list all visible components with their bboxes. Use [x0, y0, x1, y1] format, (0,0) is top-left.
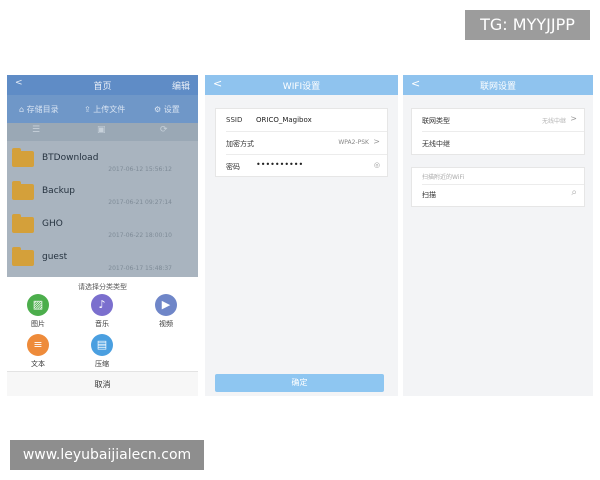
- network-type-card: 联网类型 无线中继 > 无线中继: [411, 108, 585, 155]
- network-type-value: 无线中继: [541, 118, 566, 125]
- header-title: 首页: [93, 82, 112, 92]
- wireless-relay-label: 无线中继: [422, 140, 450, 148]
- folder-name: GHO: [42, 219, 63, 229]
- file-browser-screen: < 首页 编辑 ⌂ 存储目录 ⇪ 上传文件 ⚙ 设置 ☰ ▣ ⟳ BTDownl…: [7, 75, 198, 396]
- encryption-label: 加密方式: [226, 140, 254, 148]
- folder-date: 2017-06-12 15:56:12: [108, 166, 172, 173]
- refresh-icon[interactable]: ⟳: [160, 125, 168, 135]
- wifi-settings-screen: < WIFI设置 SSID ORICO_Magibox 加密方式 WPA2-PS…: [205, 75, 398, 396]
- edit-button[interactable]: 编辑: [172, 79, 190, 92]
- scanned-wifi-row: 扫描附近的WiFi: [412, 168, 584, 184]
- ssid-input[interactable]: ORICO_Magibox: [256, 116, 312, 124]
- scan-row[interactable]: 扫描 ⌕: [412, 185, 584, 207]
- video-icon: ▶: [155, 294, 177, 316]
- category-label: 音乐: [95, 320, 109, 328]
- folder-date: 2017-06-22 18:00:10: [108, 232, 172, 239]
- ssid-row[interactable]: SSID ORICO_Magibox: [216, 109, 387, 131]
- tg-overlay-label: TG: MYYJJPP: [465, 10, 590, 40]
- grid-view-icon[interactable]: ▣: [97, 125, 106, 135]
- network-settings-screen: < 联网设置 联网类型 无线中继 > 无线中继 扫描附近的WiFi 扫描 ⌕: [403, 75, 593, 396]
- category-sheet-title: 请选择分类类型: [78, 283, 127, 291]
- scan-label: 扫描: [422, 191, 436, 199]
- network-type-label: 联网类型: [422, 117, 450, 125]
- dimmed-file-list: < 首页 编辑 ⌂ 存储目录 ⇪ 上传文件 ⚙ 设置 ☰ ▣ ⟳ BTDownl…: [7, 75, 198, 277]
- ssid-label: SSID: [226, 116, 243, 124]
- folder-icon: [12, 214, 34, 233]
- category-image-button[interactable]: ▨ 图片: [18, 294, 58, 329]
- category-label: 文本: [31, 360, 45, 368]
- list-view-icon[interactable]: ☰: [32, 125, 40, 135]
- encryption-row[interactable]: 加密方式 WPA2-PSK >: [216, 132, 387, 154]
- folder-name: guest: [42, 252, 68, 262]
- category-music-button[interactable]: ♪ 音乐: [82, 294, 122, 329]
- confirm-button[interactable]: 确定: [215, 374, 384, 392]
- folder-date: 2017-06-17 15:48:37: [108, 265, 172, 272]
- wifi-form-card: SSID ORICO_Magibox 加密方式 WPA2-PSK > 密码 ••…: [215, 108, 388, 177]
- wireless-relay-row: 无线中继: [412, 132, 584, 154]
- network-type-row[interactable]: 联网类型 无线中继 >: [412, 109, 584, 131]
- password-row[interactable]: 密码 •••••••••• ◎: [216, 155, 387, 177]
- file-browser-toolbar: ⌂ 存储目录 ⇪ 上传文件 ⚙ 设置: [7, 95, 198, 123]
- scanned-wifi-label: 扫描附近的WiFi: [422, 174, 465, 181]
- file-browser-header: < 首页 编辑: [7, 75, 198, 95]
- category-document-button[interactable]: ≡ 文本: [18, 334, 58, 369]
- view-controls: ☰ ▣ ⟳: [7, 123, 198, 141]
- chevron-right-icon: >: [373, 137, 380, 146]
- music-icon: ♪: [91, 294, 113, 316]
- toolbar-storage-button[interactable]: ⌂ 存储目录: [19, 104, 59, 115]
- toolbar-upload-button[interactable]: ⇪ 上传文件: [84, 104, 125, 115]
- cancel-button[interactable]: 取消: [7, 371, 198, 396]
- folder-name: Backup: [42, 186, 75, 196]
- category-archive-button[interactable]: ▤ 压缩: [82, 334, 122, 369]
- search-icon[interactable]: ⌕: [571, 187, 577, 198]
- folder-date: 2017-06-21 09:27:14: [108, 199, 172, 206]
- password-label: 密码: [226, 163, 240, 171]
- category-video-button[interactable]: ▶ 视频: [146, 294, 186, 329]
- category-label: 压缩: [95, 360, 109, 368]
- chevron-right-icon: >: [570, 114, 577, 123]
- folder-name: BTDownload: [42, 153, 99, 163]
- category-label: 视频: [159, 320, 173, 328]
- toolbar-settings-button[interactable]: ⚙ 设置: [154, 104, 180, 115]
- folder-icon: [12, 148, 34, 167]
- eye-toggle-icon[interactable]: ◎: [374, 161, 380, 169]
- page-title: WIFI设置: [282, 82, 321, 92]
- document-icon: ≡: [27, 334, 49, 356]
- network-settings-header: < 联网设置: [403, 75, 593, 95]
- image-icon: ▨: [27, 294, 49, 316]
- category-label: 图片: [31, 320, 45, 328]
- password-input[interactable]: ••••••••••: [256, 160, 303, 169]
- watermark-label: www.leyubaijialecn.com: [10, 440, 204, 470]
- wifi-settings-header: < WIFI设置: [205, 75, 398, 95]
- wifi-scan-card: 扫描附近的WiFi 扫描 ⌕: [411, 167, 585, 207]
- encryption-value: WPA2-PSK: [338, 139, 369, 146]
- folder-icon: [12, 247, 34, 266]
- page-title: 联网设置: [479, 82, 516, 92]
- archive-icon: ▤: [91, 334, 113, 356]
- folder-icon: [12, 181, 34, 200]
